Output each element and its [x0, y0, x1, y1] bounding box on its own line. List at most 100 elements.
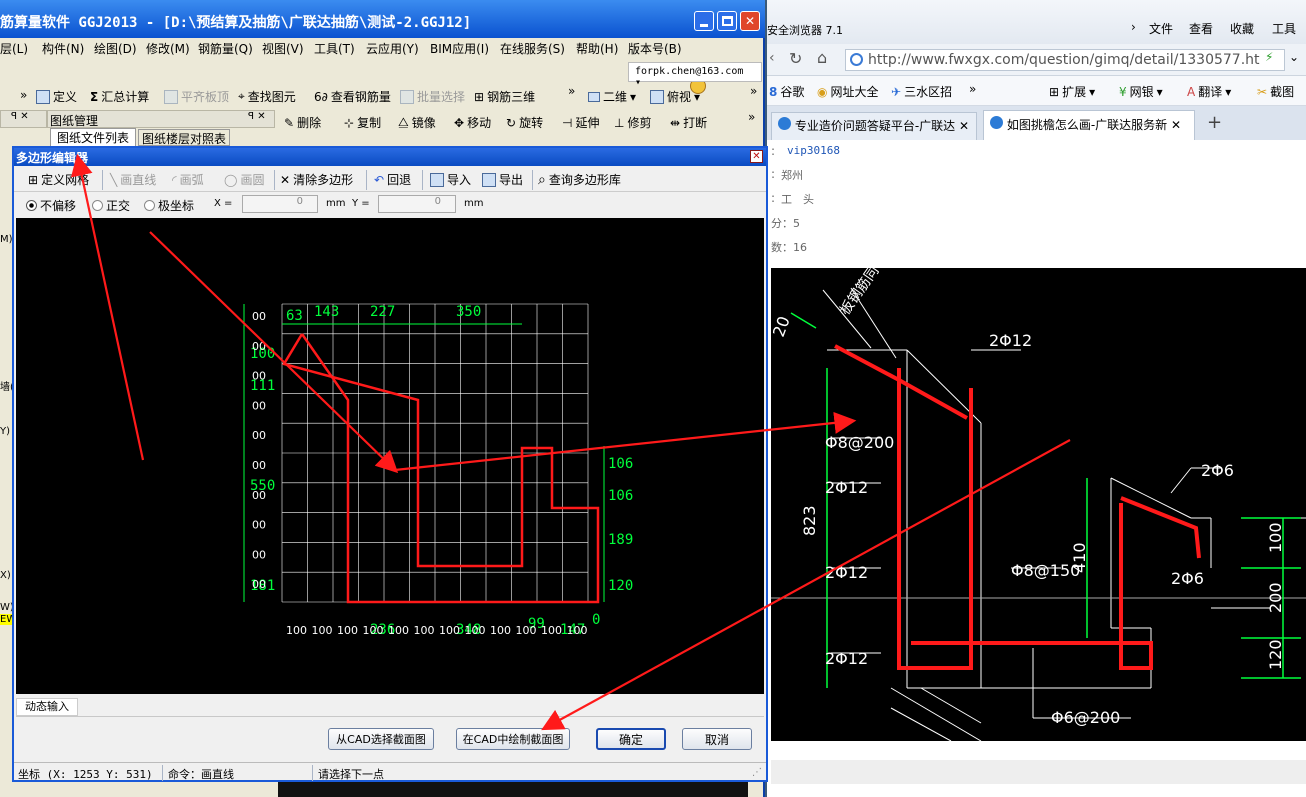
- menu-item[interactable]: 钢筋量(Q): [198, 40, 253, 57]
- y-unit: mm: [464, 198, 484, 209]
- left-tick-label: 00: [252, 459, 266, 472]
- break-button[interactable]: ⇹ 打断: [670, 114, 707, 131]
- account-box[interactable]: forpk.chen@163.com ▾: [628, 62, 762, 88]
- refresh-icon[interactable]: ↻: [789, 49, 802, 68]
- user-role: 工 头: [781, 193, 814, 206]
- cad-label: 板钢筋同: [836, 268, 882, 318]
- view-rebar-button[interactable]: 6∂ 查看钢筋量: [314, 88, 391, 105]
- rebar-3d-button[interactable]: ⊞ 钢筋三维: [474, 88, 535, 105]
- menu-item[interactable]: 云应用(Y): [366, 40, 419, 57]
- copy-button[interactable]: ⊹ 复制: [344, 114, 381, 131]
- ortho-radio[interactable]: 正交: [92, 197, 130, 214]
- tab-floor-map[interactable]: 图纸楼层对照表: [138, 129, 230, 146]
- browser-menu-fav[interactable]: 收藏: [1230, 20, 1254, 37]
- cad-draw-button[interactable]: 在CAD中绘制截面图: [456, 728, 570, 750]
- extend-button[interactable]: ⊣ 延伸: [562, 114, 599, 131]
- menu-item[interactable]: BIM应用(I): [430, 40, 489, 57]
- draw-line-button[interactable]: ╲ 画直线: [110, 171, 156, 188]
- move-button[interactable]: ✥ 移动: [454, 114, 491, 131]
- maximize-button[interactable]: [717, 11, 737, 31]
- screenshot-menu[interactable]: ✂ 截图: [1257, 83, 1294, 100]
- x-input[interactable]: 0: [242, 195, 318, 213]
- import-button[interactable]: 导入: [430, 171, 471, 188]
- left-label: M): [0, 234, 13, 245]
- dropdown-icon[interactable]: ⌄: [1289, 50, 1299, 64]
- more-chevron[interactable]: »: [748, 110, 755, 124]
- resize-grip-icon[interactable]: ⋰: [752, 767, 762, 778]
- tab-close-icon[interactable]: ✕: [1171, 118, 1181, 132]
- tab-close-icon[interactable]: ✕: [959, 119, 969, 133]
- new-tab-button[interactable]: +: [1207, 112, 1222, 133]
- cad-label: 823: [800, 505, 819, 536]
- ok-button[interactable]: 确定: [596, 728, 666, 750]
- dynamic-input-tab[interactable]: 动态输入: [16, 698, 78, 716]
- top-view-dropdown[interactable]: 俯视 ▾: [650, 88, 700, 105]
- trim-button[interactable]: ⊥ 修剪: [614, 114, 651, 131]
- mirror-button[interactable]: ⧋ 镜像: [398, 114, 436, 131]
- grid-icon: ⊞: [28, 172, 39, 187]
- user-name[interactable]: vip30168: [787, 144, 840, 157]
- menu-item[interactable]: 工具(T): [314, 40, 355, 57]
- find-element-button[interactable]: ⌖ 查找图元: [238, 88, 296, 105]
- export-icon: [482, 172, 496, 187]
- back-icon[interactable]: ‹: [769, 50, 775, 66]
- browser-tab-active[interactable]: 如图挑檐怎么画-广联达服务新 ✕: [983, 110, 1195, 140]
- query-library-button[interactable]: ⌕ 查询多边形库: [538, 171, 621, 188]
- menu-item[interactable]: 构件(N): [42, 40, 84, 57]
- more-chevron[interactable]: »: [20, 88, 27, 102]
- more-chevron[interactable]: »: [568, 84, 575, 98]
- panel-close-icon[interactable]: ꟼ ✕: [248, 111, 266, 122]
- extend-menu[interactable]: ⊞ 扩展 ▾: [1049, 83, 1095, 100]
- menu-item[interactable]: 绘图(D): [94, 40, 137, 57]
- home-icon[interactable]: ⌂: [817, 48, 827, 67]
- bookmark-sanshui[interactable]: ✈ 三水区招: [891, 83, 952, 100]
- right-dim: 120: [608, 578, 633, 594]
- more-chevron[interactable]: »: [969, 82, 976, 96]
- bookmark-google[interactable]: 8 谷歌: [769, 83, 804, 100]
- browser-menu-arrow[interactable]: ›: [1131, 20, 1136, 34]
- batch-select-button[interactable]: 批量选择: [400, 88, 465, 105]
- url-field[interactable]: http://www.fwxgx.com/question/gimq/detai…: [845, 49, 1285, 71]
- browser-menu-file[interactable]: 文件: [1149, 20, 1173, 37]
- browser-menu-view[interactable]: 查看: [1189, 20, 1213, 37]
- dialog-close-icon[interactable]: ✕: [750, 150, 763, 163]
- bolt-icon[interactable]: ⚡: [1265, 50, 1273, 64]
- browser-menu-tools[interactable]: 工具: [1272, 20, 1296, 37]
- polygon-canvas[interactable]: 63 143 227 350 100 111 550 181 106 106 1…: [16, 218, 764, 694]
- delete-button[interactable]: ✎ 删除: [284, 114, 321, 131]
- browser-tab[interactable]: 专业造价问题答疑平台-广联达 ✕: [771, 112, 977, 140]
- menu-item[interactable]: 帮助(H): [576, 40, 618, 57]
- menu-item[interactable]: 层(L): [0, 40, 28, 57]
- tab-file-list[interactable]: 图纸文件列表: [50, 128, 136, 146]
- define-button[interactable]: 定义: [36, 88, 77, 105]
- bookmark-sites[interactable]: ◉ 网址大全: [817, 83, 879, 100]
- main-title-bar: 筋算量软件 GGJ2013 - [D:\预结算及抽筋\广联达抽筋\测试-2.GG…: [0, 0, 765, 38]
- translate-menu[interactable]: A 翻译 ▾: [1187, 83, 1231, 100]
- y-input[interactable]: 0: [378, 195, 456, 213]
- sum-calc-button[interactable]: Σ 汇总计算: [90, 88, 149, 105]
- cancel-button[interactable]: 取消: [682, 728, 752, 750]
- view-2d-dropdown[interactable]: 二维 ▾: [588, 88, 636, 105]
- undo-button[interactable]: ↶ 回退: [374, 171, 411, 188]
- minimize-button[interactable]: [694, 11, 714, 31]
- panel-pin-left[interactable]: ꟼ ✕: [0, 110, 47, 128]
- menu-item[interactable]: 版本号(B): [628, 40, 682, 57]
- polar-radio[interactable]: 极坐标: [144, 197, 194, 214]
- menu-item[interactable]: 视图(V): [262, 40, 304, 57]
- close-button[interactable]: ✕: [740, 11, 760, 31]
- no-offset-radio[interactable]: 不偏移: [26, 197, 76, 214]
- menu-item[interactable]: 在线服务(S): [500, 40, 565, 57]
- draw-arc-button[interactable]: ◜ 画弧: [172, 171, 204, 188]
- clear-polygon-button[interactable]: ✕ 清除多边形: [280, 171, 353, 188]
- flat-top-button[interactable]: 平齐板顶: [164, 88, 229, 105]
- top-dim: 143: [314, 304, 339, 320]
- draw-circle-button[interactable]: ◯ 画圆: [224, 171, 264, 188]
- left-tick-label: 00: [252, 399, 266, 412]
- more-chevron[interactable]: »: [750, 84, 757, 98]
- rotate-button[interactable]: ↻ 旋转: [506, 114, 543, 131]
- cad-select-button[interactable]: 从CAD选择截面图: [328, 728, 434, 750]
- bank-menu[interactable]: ¥ 网银 ▾: [1119, 83, 1163, 100]
- define-grid-button[interactable]: ⊞ 定义网格: [28, 171, 89, 188]
- menu-item[interactable]: 修改(M): [146, 40, 190, 57]
- export-button[interactable]: 导出: [482, 171, 523, 188]
